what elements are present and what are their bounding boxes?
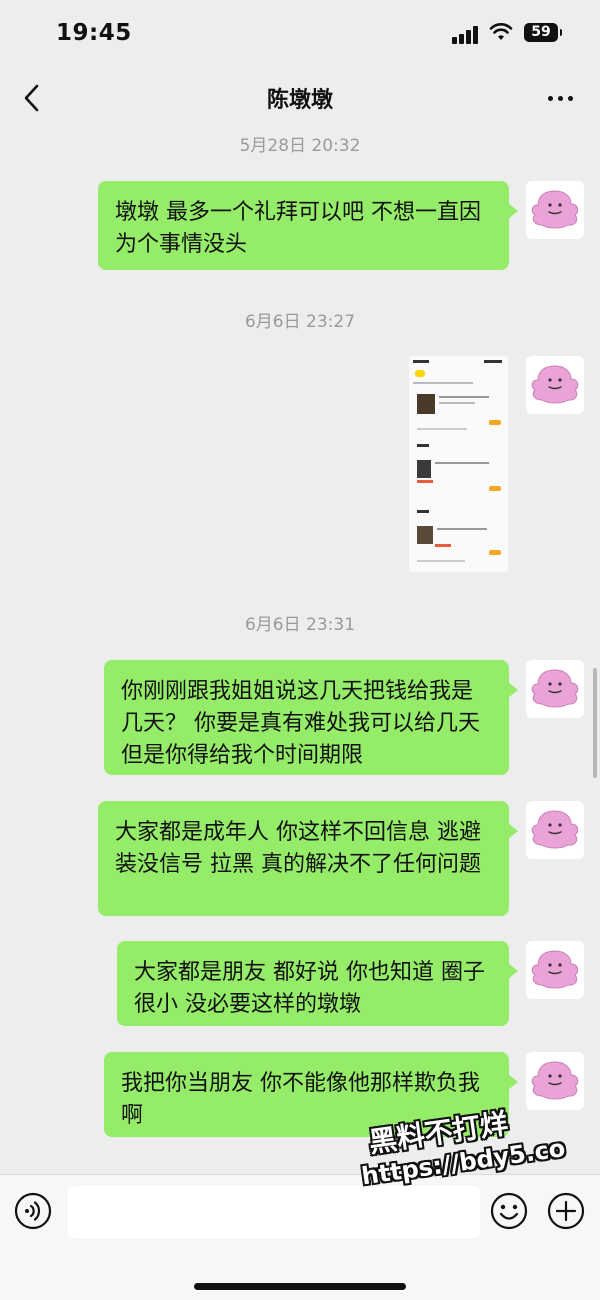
pink-blob-icon: [531, 365, 579, 404]
pink-blob-avatar[interactable]: [526, 660, 584, 718]
more-options-button[interactable]: [546, 84, 576, 112]
voice-icon: [14, 1192, 52, 1230]
message-timestamp: 5月28日 20:32: [239, 136, 361, 156]
message-timestamp: 6月6日 23:27: [244, 312, 356, 332]
message-bubble[interactable]: 墩墩 最多一个礼拜可以吧 不想一直因为个事情没头: [98, 181, 518, 270]
pink-blob-icon: [531, 810, 579, 849]
message-input[interactable]: [68, 1186, 480, 1238]
wifi-icon: [489, 23, 513, 40]
battery-indicator: 59: [524, 23, 562, 42]
message-timestamp: 6月6日 23:31: [244, 615, 356, 635]
home-indicator: [194, 1283, 406, 1290]
pink-blob-avatar[interactable]: [526, 181, 584, 239]
message-bubble[interactable]: 我把你当朋友 你不能像他那样欺负我啊: [104, 1052, 518, 1137]
message-bubble[interactable]: 大家都是成年人 你这样不回信息 逃避 装没信号 拉黑 真的解决不了任何问题: [98, 801, 518, 916]
emoji-button[interactable]: [490, 1192, 528, 1230]
more-functions-button[interactable]: [547, 1192, 585, 1230]
pink-blob-avatar[interactable]: [526, 941, 584, 999]
message-bubble[interactable]: 你刚刚跟我姐姐说这几天把钱给我是几天？ 你要是真有难处我可以给几天 但是你得给我…: [104, 660, 518, 775]
cellular-signal-icon: [452, 26, 480, 44]
pink-blob-avatar[interactable]: [526, 356, 584, 414]
input-bar: [0, 1174, 600, 1300]
voice-button[interactable]: [14, 1192, 52, 1230]
back-button[interactable]: [18, 80, 50, 116]
screenshot-thumbnail: [409, 356, 508, 572]
image-message[interactable]: [409, 356, 508, 572]
message-bubble[interactable]: 大家都是朋友 都好说 你也知道 圈子很小 没必要这样的墩墩: [117, 941, 518, 1026]
status-time: 19:45: [56, 20, 132, 46]
pink-blob-icon: [531, 669, 579, 708]
chat-header: 陈墩墩: [0, 70, 600, 126]
pink-blob-icon: [531, 1061, 579, 1100]
pink-blob-icon: [531, 190, 579, 229]
scrollbar[interactable]: [593, 668, 597, 778]
chat-title: 陈墩墩: [266, 88, 333, 113]
pink-blob-avatar[interactable]: [526, 1052, 584, 1110]
status-bar: 19:45 59: [0, 0, 600, 70]
emoji-icon: [490, 1192, 528, 1230]
pink-blob-icon: [531, 950, 579, 989]
plus-icon: [547, 1192, 585, 1230]
pink-blob-avatar[interactable]: [526, 801, 584, 859]
chevron-left-icon: [24, 84, 39, 112]
